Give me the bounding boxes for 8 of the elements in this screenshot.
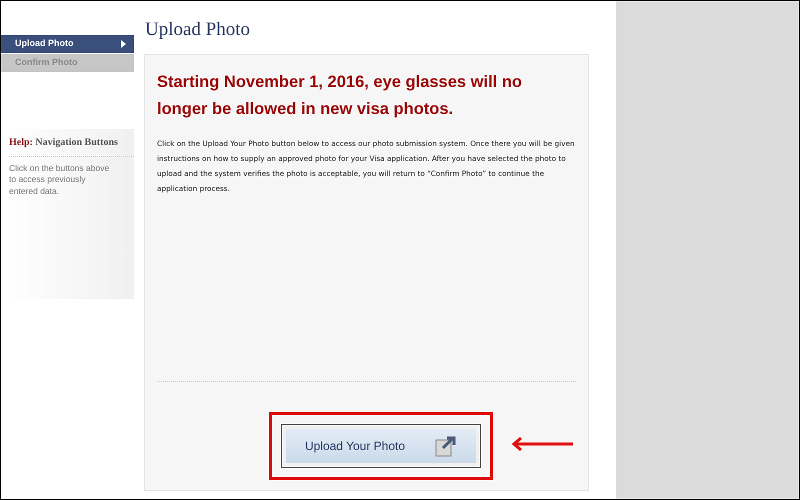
notice-heading: Starting November 1, 2016, eye glasses will no longer be allowed in new visa photos.: [157, 72, 523, 120]
upload-icon: [435, 434, 458, 457]
page-title: Upload Photo: [145, 19, 252, 42]
help-text: Click on the buttons above to access previously entered data.: [9, 163, 110, 198]
nav-item[interactable]: Upload Photo: [1, 35, 134, 54]
upload-photo-button[interactable]: Upload Your Photo: [281, 424, 481, 468]
arrow-drawing: [512, 436, 574, 451]
caret-icon: [121, 40, 126, 48]
